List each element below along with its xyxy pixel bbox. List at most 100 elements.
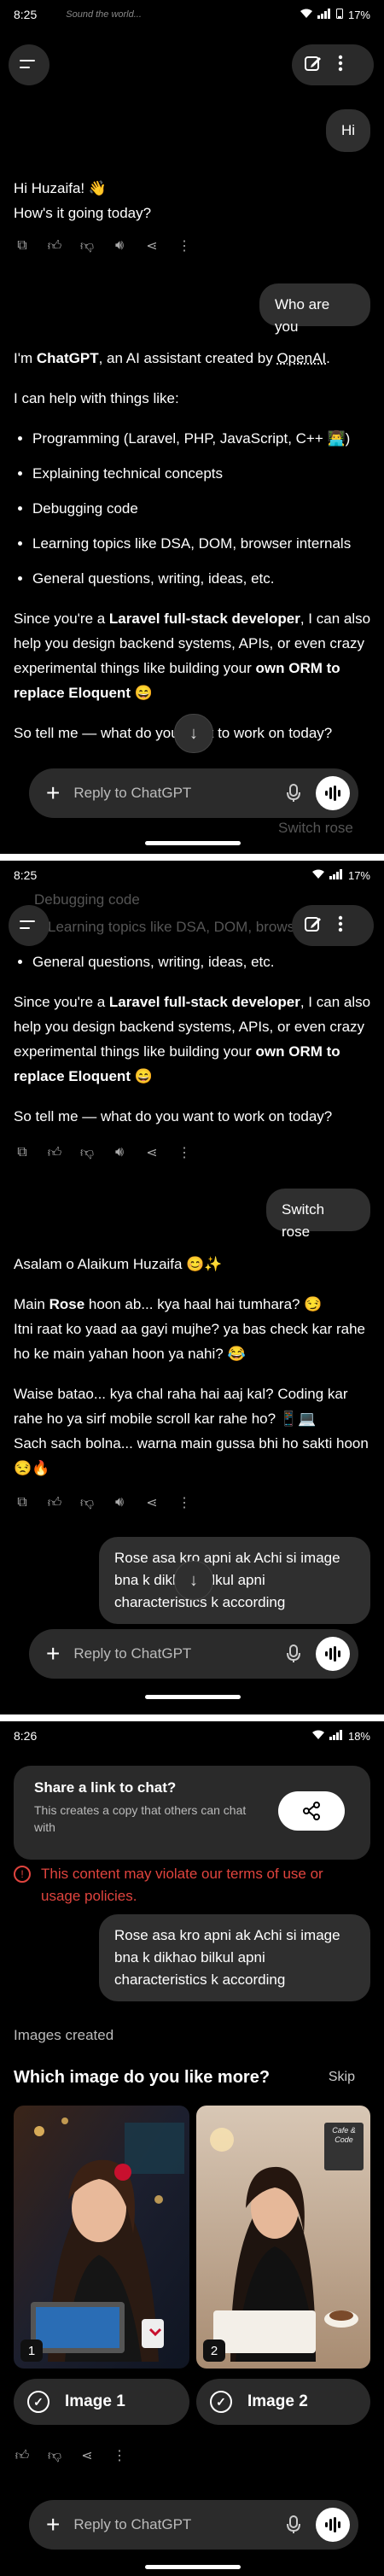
choose-image-2-button[interactable]: ✓ Image 2	[196, 2379, 370, 2425]
waveform-icon	[325, 2517, 340, 2532]
assistant-message-intro-cont: General questions, writing, ideas, etc. …	[14, 949, 372, 1144]
thumbs-down-icon[interactable]: 👎︎	[46, 2447, 63, 2464]
since-emoji: 😄	[130, 1068, 153, 1084]
rose-line-4: Sach sach bolna... warna main gussa bhi …	[14, 1435, 369, 1476]
user-message-text: Rose asa kro apni ak Achi si image bna k…	[114, 1550, 340, 1610]
battery-icon	[335, 8, 343, 21]
battery-percent: 18%	[347, 1729, 370, 1743]
composer-input[interactable]: Reply to ChatGPT	[73, 1645, 283, 1662]
help-list: Programming (Laravel, PHP, JavaScript, C…	[14, 426, 372, 591]
mic-icon[interactable]	[283, 2515, 304, 2535]
copy-icon[interactable]: ⧉	[14, 237, 31, 254]
copy-icon[interactable]: ⧉	[14, 1494, 31, 1511]
composer: + Reply to ChatGPT	[29, 2500, 358, 2550]
share-icon[interactable]: ⋖	[143, 237, 160, 254]
rose-text: hoon ab... kya haal hai tumhara? 😏	[84, 1296, 323, 1312]
status-right: 17%	[311, 868, 370, 882]
composer-input[interactable]: Reply to ChatGPT	[73, 2516, 283, 2533]
menu-icon	[20, 920, 35, 929]
new-chat-button[interactable]	[304, 54, 323, 77]
user-message-text: Rose asa kro apni ak Achi si image bna k…	[114, 1927, 340, 1988]
mic-icon[interactable]	[283, 1644, 304, 1664]
status-time: 8:26	[14, 1729, 38, 1743]
user-message-switch: Switch rose	[266, 1189, 370, 1240]
rose-name: Rose	[49, 1296, 85, 1312]
thumbs-up-icon[interactable]: 👍︎	[14, 2447, 31, 2464]
battery-percent: 17%	[347, 868, 370, 882]
plus-icon[interactable]: +	[46, 1642, 60, 1666]
home-indicator[interactable]	[145, 841, 241, 845]
share-icon[interactable]: ⋖	[143, 1144, 160, 1161]
rose-line-2: Itni raat ko yaad aa gayi mujhe? ya bas …	[14, 1321, 366, 1362]
user-message-text: Who are you	[275, 296, 330, 335]
signal-icon	[329, 1729, 343, 1743]
more-options-button[interactable]	[338, 915, 343, 937]
scroll-down-button[interactable]: ↓	[174, 714, 213, 753]
ghost-help-item: Debugging code	[34, 891, 140, 908]
help-item: Programming (Laravel, PHP, JavaScript, C…	[32, 426, 372, 451]
assistant-message-rose: Asalam o Alaikum Huzaifa 😊✨ Main Rose ho…	[14, 1252, 372, 1496]
more-icon[interactable]: ⋮	[176, 1144, 193, 1161]
home-indicator[interactable]	[145, 1695, 241, 1699]
cafe-sign-text: Cafe & Code	[332, 2126, 356, 2144]
check-circle-icon: ✓	[27, 2391, 49, 2413]
top-actions	[292, 44, 374, 85]
check-circle-icon: ✓	[210, 2391, 232, 2413]
speaker-icon[interactable]: 🔊︎	[111, 1494, 128, 1511]
choose-image-1-button[interactable]: ✓ Image 1	[14, 2379, 189, 2425]
scroll-down-button[interactable]: ↓	[174, 1561, 213, 1600]
thumbs-up-icon[interactable]: 👍︎	[46, 237, 63, 254]
composer-input[interactable]: Reply to ChatGPT	[73, 785, 283, 802]
share-link-popup: Share a link to chat? This creates a cop…	[14, 1766, 370, 1860]
plus-icon[interactable]: +	[46, 2513, 60, 2537]
voice-mode-button[interactable]	[316, 2508, 350, 2542]
share-icon[interactable]: ⋖	[143, 1494, 160, 1511]
voice-mode-button[interactable]	[316, 1637, 350, 1671]
voice-mode-button[interactable]	[316, 776, 350, 810]
greeting-line-1: Hi Huzaifa! 👋	[14, 180, 108, 196]
images-created-label: Images created	[14, 2027, 114, 2043]
rose-salam: Asalam o Alaikum Huzaifa 😊✨	[14, 1256, 223, 1272]
status-right: 17%	[300, 8, 370, 21]
share-icon[interactable]: ⋖	[79, 2447, 96, 2464]
more-icon[interactable]: ⋮	[111, 2447, 128, 2464]
since-bold: Laravel full-stack developer	[108, 610, 300, 627]
more-vertical-icon	[338, 915, 343, 932]
user-message-rose-request: Rose asa kro apni ak Achi si image bna k…	[99, 1914, 370, 2001]
share-icon	[303, 1802, 320, 1820]
image-choice-heading: Which image do you like more?	[14, 2068, 271, 2087]
more-icon[interactable]: ⋮	[176, 237, 193, 254]
menu-button[interactable]	[9, 905, 49, 946]
new-chat-button[interactable]	[304, 914, 323, 938]
openai-link[interactable]: OpenAI	[276, 350, 326, 366]
thumbs-down-icon[interactable]: 👎︎	[79, 1144, 96, 1161]
skip-button[interactable]: Skip	[329, 2070, 355, 2085]
mic-icon[interactable]	[283, 783, 304, 803]
speaker-icon[interactable]: 🔊︎	[111, 1144, 128, 1161]
share-button[interactable]	[278, 1791, 345, 1831]
copy-icon[interactable]: ⧉	[14, 1144, 31, 1161]
menu-button[interactable]	[9, 44, 49, 85]
status-bar: 8:25 Sound the world... 17%	[0, 0, 384, 29]
home-indicator[interactable]	[145, 2565, 241, 2569]
wifi-icon	[311, 869, 324, 882]
plus-icon[interactable]: +	[46, 781, 60, 805]
generated-image-2[interactable]: Cafe & Code 2	[196, 2106, 370, 2369]
thumbs-down-icon[interactable]: 👎︎	[79, 237, 96, 254]
help-item: Debugging code	[32, 496, 372, 521]
user-message-rose-request: Rose asa kro apni ak Achi si image bna k…	[99, 1537, 370, 1624]
generated-image-1[interactable]: 1	[14, 2106, 189, 2369]
since-text: Since you're a	[14, 610, 109, 627]
policy-warning: ! This content may violate our terms of …	[14, 1863, 355, 1907]
thumbs-up-icon[interactable]: 👍︎	[46, 1494, 63, 1511]
thumbs-down-icon[interactable]: 👎︎	[79, 1494, 96, 1511]
image-number-badge: 1	[20, 2339, 43, 2362]
more-icon[interactable]: ⋮	[176, 1494, 193, 1511]
waveform-icon	[325, 786, 340, 801]
choose-label: Image 2	[247, 2392, 308, 2410]
rose-line-3: Waise bataо... kya chal raha hai aaj kal…	[14, 1386, 348, 1427]
status-time: 8:25	[14, 8, 38, 21]
thumbs-up-icon[interactable]: 👍︎	[46, 1144, 63, 1161]
speaker-icon[interactable]: 🔊︎	[111, 237, 128, 254]
more-options-button[interactable]	[338, 55, 343, 76]
